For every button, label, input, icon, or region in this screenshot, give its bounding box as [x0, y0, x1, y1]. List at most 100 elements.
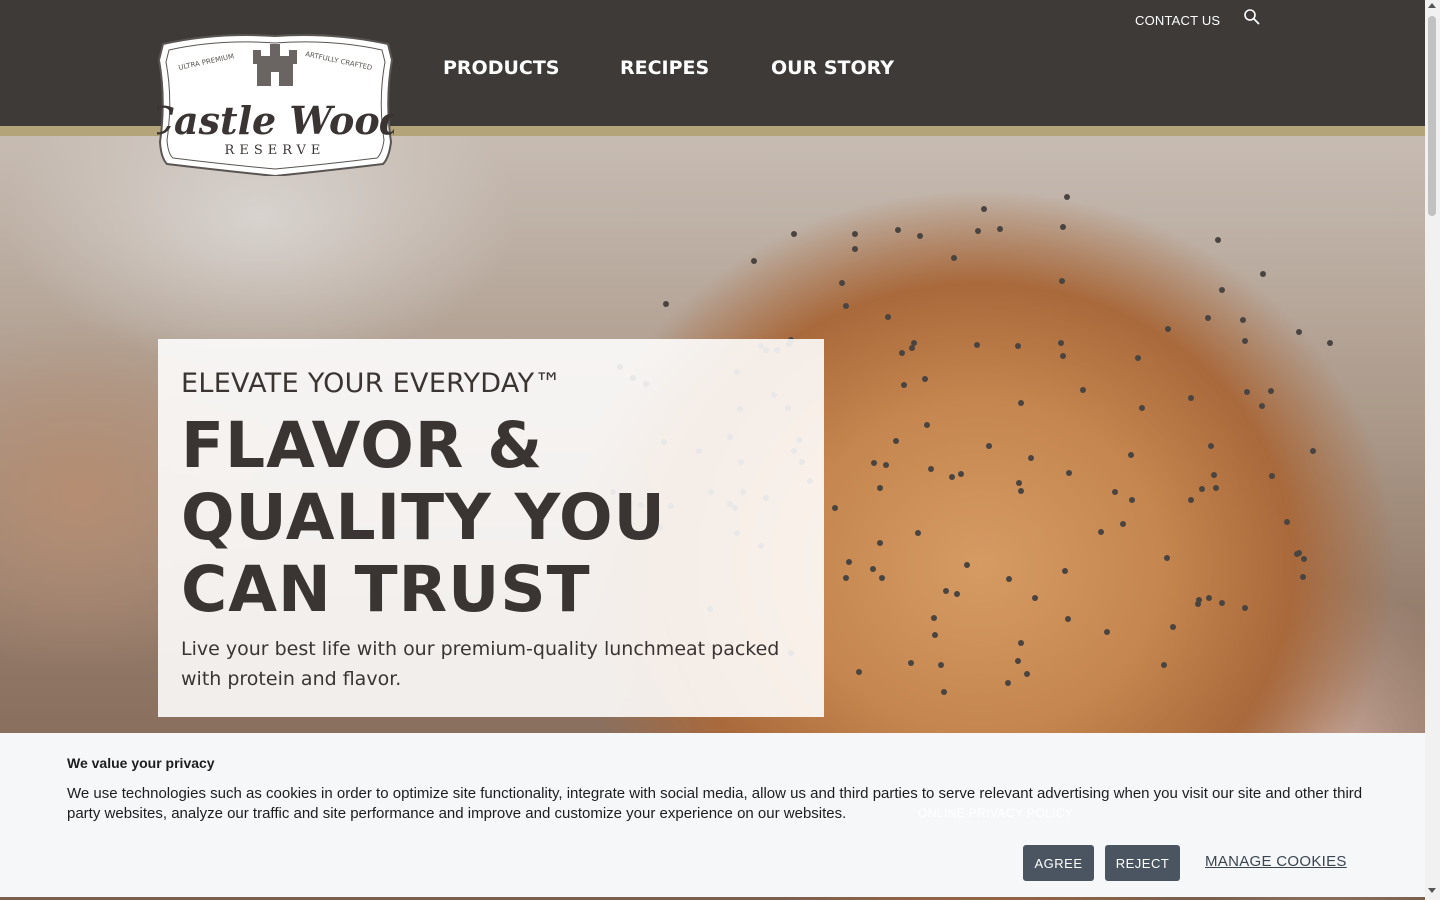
- poppy-seed: [831, 505, 838, 512]
- poppy-seed: [885, 314, 892, 321]
- poppy-seed: [1129, 497, 1136, 504]
- poppy-seed: [949, 473, 956, 480]
- poppy-seed: [851, 246, 858, 253]
- headline-line: QUALITY YOU: [181, 481, 666, 554]
- scroll-up-arrow-icon[interactable]: [1428, 3, 1436, 8]
- poppy-seed: [943, 588, 950, 595]
- poppy-seed: [985, 442, 992, 449]
- poppy-seed: [1206, 595, 1213, 602]
- poppy-seed: [924, 422, 931, 429]
- poppy-seed: [1005, 576, 1012, 583]
- poppy-seed: [1295, 329, 1302, 336]
- hero-subtext: Live your best life with our premium-qua…: [181, 638, 780, 690]
- poppy-seed: [1242, 605, 1249, 612]
- poppy-seed: [1327, 340, 1334, 347]
- poppy-seed: [1268, 387, 1275, 394]
- poppy-seed: [1283, 519, 1290, 526]
- poppy-seed: [839, 279, 846, 286]
- contact-us-link[interactable]: CONTACT US: [1135, 13, 1220, 28]
- castle-wood-logo[interactable]: ULTRA PREMIUM ARTFULLY CRAFTED Castle Wo…: [157, 30, 394, 176]
- poppy-seed: [751, 258, 758, 265]
- poppy-seed: [1061, 568, 1068, 575]
- agree-button[interactable]: AGREE: [1023, 845, 1094, 881]
- poppy-seed: [1065, 615, 1072, 622]
- poppy-seed: [930, 614, 937, 621]
- poppy-seed: [973, 341, 980, 348]
- poppy-seed: [1188, 496, 1195, 503]
- poppy-seed: [1198, 486, 1205, 493]
- nav-products[interactable]: PRODUCTS: [443, 57, 560, 79]
- poppy-seed: [1211, 471, 1218, 478]
- poppy-seed: [1219, 599, 1226, 606]
- poppy-seed: [876, 484, 883, 491]
- poppy-seed: [963, 562, 970, 568]
- poppy-seed: [1060, 353, 1067, 360]
- poppy-seed: [1243, 389, 1250, 396]
- poppy-seed: [662, 301, 669, 308]
- poppy-seed: [1207, 442, 1214, 449]
- poppy-seed: [1079, 386, 1086, 393]
- poppy-seed: [878, 575, 885, 582]
- poppy-seed: [922, 375, 929, 382]
- poppy-seed: [1310, 447, 1316, 454]
- poppy-seed: [1005, 679, 1012, 686]
- headline-line: FLAVOR &: [181, 409, 544, 482]
- search-icon[interactable]: [1243, 8, 1261, 26]
- castle-emblem-icon: [253, 44, 297, 86]
- scrollbar-thumb[interactable]: [1428, 16, 1436, 216]
- hero-headline: FLAVOR & QUALITY YOU CAN TRUST: [181, 410, 801, 626]
- poppy-seed: [869, 566, 876, 573]
- poppy-seed: [917, 232, 924, 239]
- hero-eyebrow: ELEVATE YOUR EVERYDAY™: [181, 368, 562, 399]
- poppy-seed: [981, 206, 988, 213]
- poppy-seed: [1017, 640, 1024, 647]
- poppy-seed: [1059, 278, 1066, 285]
- poppy-seed: [997, 226, 1004, 233]
- poppy-seed: [899, 350, 906, 357]
- privacy-policy-link[interactable]: ONLINE PRIVACY POLICY: [918, 806, 1073, 820]
- poppy-seed: [1127, 451, 1134, 458]
- poppy-seed: [790, 231, 797, 238]
- scroll-down-arrow-icon[interactable]: [1428, 888, 1436, 893]
- poppy-seed: [1300, 573, 1307, 580]
- poppy-seed: [1104, 628, 1111, 635]
- poppy-seed: [1269, 473, 1276, 480]
- poppy-seed: [1240, 317, 1247, 324]
- poppy-seed: [1023, 671, 1030, 678]
- poppy-seed: [877, 539, 884, 546]
- nav-our-story[interactable]: OUR STORY: [771, 57, 894, 79]
- cookie-text: We use technologies such as cookies in o…: [67, 785, 1363, 822]
- poppy-seed: [893, 438, 900, 445]
- poppy-seed: [843, 575, 850, 582]
- poppy-seed: [852, 230, 859, 237]
- poppy-seed: [1160, 662, 1167, 669]
- poppy-seed: [1213, 485, 1220, 492]
- nav-recipes[interactable]: RECIPES: [620, 57, 709, 79]
- poppy-seed: [1066, 469, 1073, 476]
- poppy-seed: [957, 471, 964, 478]
- reject-button[interactable]: REJECT: [1105, 845, 1180, 881]
- poppy-seed: [1015, 342, 1022, 349]
- poppy-seed: [937, 661, 944, 668]
- poppy-seed: [1015, 479, 1022, 486]
- poppy-seed: [1260, 270, 1267, 277]
- poppy-seed: [1300, 556, 1307, 563]
- poppy-seed: [1188, 394, 1195, 401]
- poppy-seed: [1112, 489, 1119, 496]
- poppy-seed: [1164, 325, 1171, 332]
- poppy-seed: [1196, 597, 1203, 604]
- poppy-seed: [975, 227, 981, 234]
- poppy-seed: [1258, 402, 1265, 409]
- svg-text:RESERVE: RESERVE: [225, 143, 326, 158]
- poppy-seed: [843, 303, 850, 310]
- poppy-seed: [1218, 287, 1225, 294]
- poppy-seed: [1098, 528, 1105, 535]
- poppy-seed: [1057, 339, 1064, 346]
- poppy-seed: [1295, 549, 1302, 556]
- poppy-seed: [1215, 237, 1222, 244]
- poppy-seed: [1018, 400, 1025, 407]
- manage-cookies-link[interactable]: MANAGE COOKIES: [1205, 853, 1347, 870]
- poppy-seed: [1242, 337, 1249, 344]
- poppy-seed: [1163, 555, 1170, 562]
- poppy-seed: [895, 226, 902, 233]
